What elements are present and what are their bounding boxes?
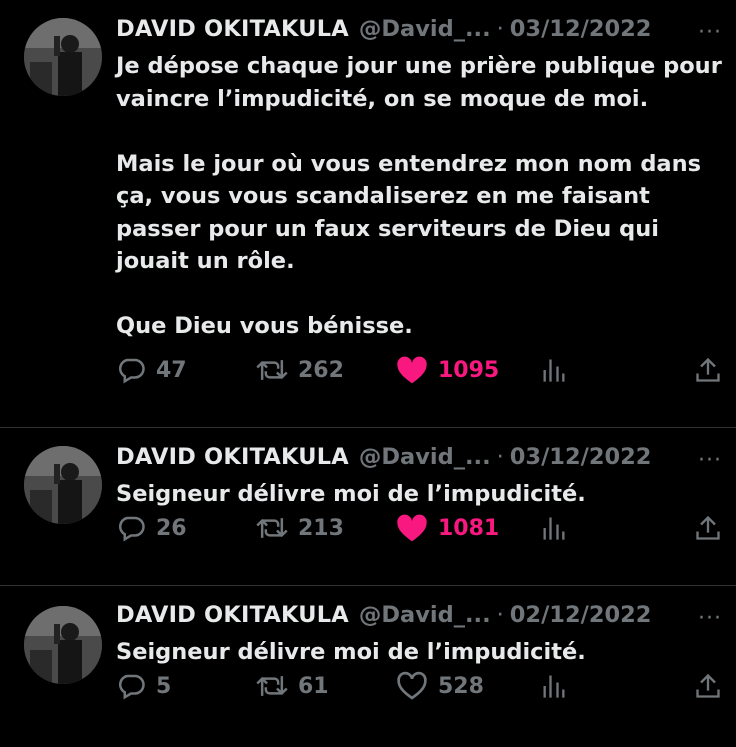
like-button[interactable]: 1081 [396, 513, 499, 543]
more-icon[interactable]: ··· [698, 20, 722, 45]
author-handle[interactable]: @David_... [359, 444, 491, 470]
heart-icon [396, 671, 428, 701]
tweet-text: Seigneur délivre moi de l’impudicité. [116, 639, 586, 665]
reply-button[interactable]: 26 [116, 513, 187, 543]
reply-count: 26 [156, 515, 187, 541]
reply-icon [116, 671, 146, 701]
views-button[interactable] [540, 672, 568, 700]
reply-count: 47 [156, 357, 187, 383]
reply-button[interactable]: 47 [116, 355, 187, 385]
views-icon [540, 514, 568, 542]
more-icon[interactable]: ··· [698, 606, 722, 631]
reply-icon [116, 355, 146, 385]
heart-icon [396, 513, 428, 543]
share-button[interactable] [694, 672, 722, 700]
reply-icon [116, 513, 146, 543]
retweet-button[interactable]: 61 [256, 671, 329, 701]
tweet-date[interactable]: 02/12/2022 [510, 602, 652, 628]
more-icon[interactable]: ··· [698, 448, 722, 473]
reply-button[interactable]: 5 [116, 671, 171, 701]
retweet-icon [256, 355, 288, 385]
tweet[interactable]: DAVID OKITAKULA @David_... · 03/12/2022 … [0, 428, 736, 586]
avatar[interactable] [24, 446, 102, 524]
like-button[interactable]: 1095 [396, 355, 499, 385]
tweet-text: Je dépose chaque jour une prière publiqu… [116, 53, 722, 339]
separator: · [496, 444, 504, 470]
share-icon [694, 672, 722, 700]
tweet-text: Seigneur délivre moi de l’impudicité. [116, 481, 586, 507]
retweet-icon [256, 513, 288, 543]
author-name[interactable]: DAVID OKITAKULA [116, 444, 349, 470]
tweet-date[interactable]: 03/12/2022 [510, 444, 652, 470]
author-handle[interactable]: @David_... [359, 16, 491, 42]
tweet[interactable]: DAVID OKITAKULA @David_... · 03/12/2022 … [0, 0, 736, 428]
retweet-icon [256, 671, 288, 701]
like-count: 528 [438, 673, 484, 699]
retweet-button[interactable]: 213 [256, 513, 344, 543]
share-icon [694, 356, 722, 384]
retweet-count: 61 [298, 673, 329, 699]
separator: · [496, 602, 504, 628]
avatar[interactable] [24, 606, 102, 684]
avatar[interactable] [24, 18, 102, 96]
views-icon [540, 672, 568, 700]
share-button[interactable] [694, 514, 722, 542]
reply-count: 5 [156, 673, 172, 699]
views-icon [540, 356, 568, 384]
views-button[interactable] [540, 514, 568, 542]
like-count: 1095 [438, 357, 500, 383]
share-button[interactable] [694, 356, 722, 384]
retweet-count: 262 [298, 357, 344, 383]
views-button[interactable] [540, 356, 568, 384]
share-icon [694, 514, 722, 542]
tweet[interactable]: DAVID OKITAKULA @David_... · 02/12/2022 … [0, 586, 736, 747]
like-button[interactable]: 528 [396, 671, 484, 701]
author-name[interactable]: DAVID OKITAKULA [116, 602, 349, 628]
retweet-button[interactable]: 262 [256, 355, 344, 385]
tweet-date[interactable]: 03/12/2022 [510, 16, 652, 42]
heart-icon [396, 355, 428, 385]
like-count: 1081 [438, 515, 500, 541]
retweet-count: 213 [298, 515, 344, 541]
author-name[interactable]: DAVID OKITAKULA [116, 16, 349, 42]
separator: · [496, 16, 504, 42]
author-handle[interactable]: @David_... [359, 602, 491, 628]
